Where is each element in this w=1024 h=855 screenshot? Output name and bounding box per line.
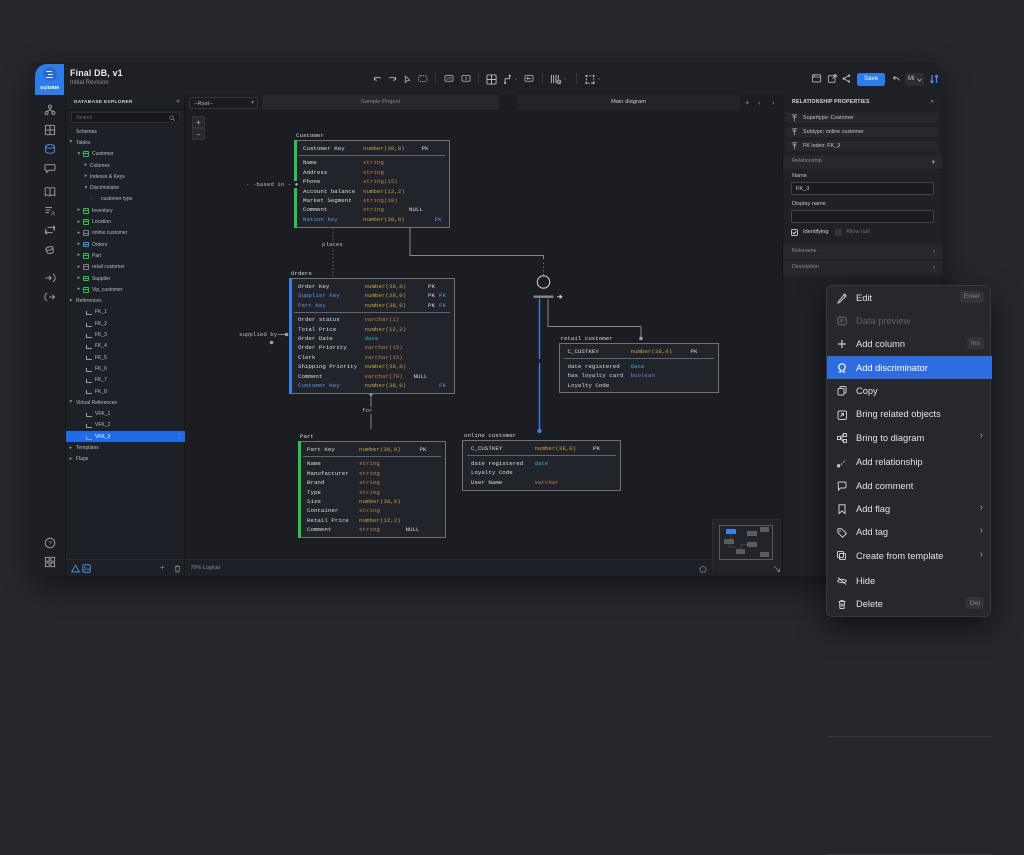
- svg-text:100: 100: [446, 77, 452, 81]
- svg-text:A: A: [51, 212, 55, 218]
- svg-text:?: ?: [48, 540, 52, 547]
- svg-text:D: D: [465, 77, 468, 81]
